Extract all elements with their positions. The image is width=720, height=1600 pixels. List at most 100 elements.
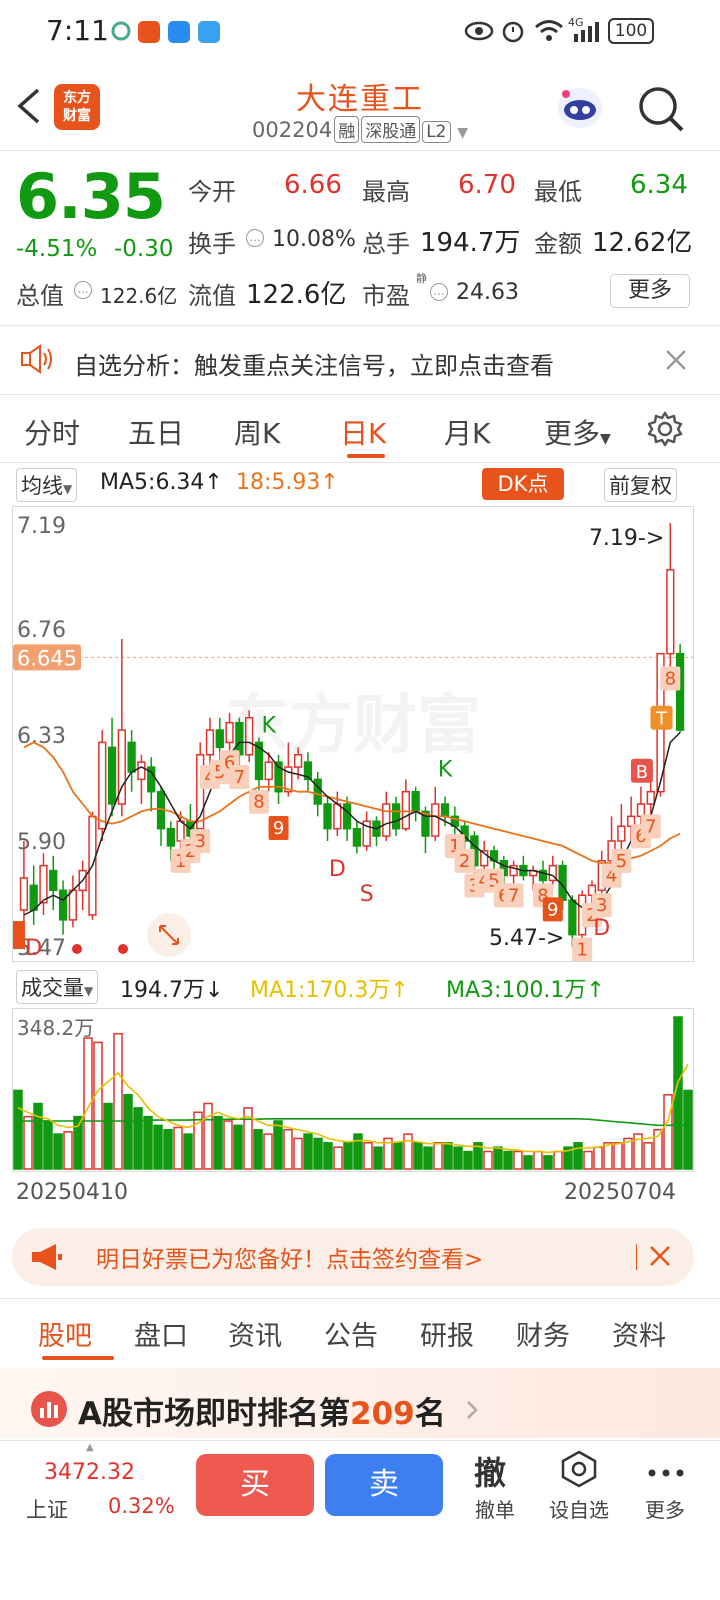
trade-signal-letter: K bbox=[438, 758, 453, 783]
sell-button[interactable]: 卖 bbox=[325, 1454, 443, 1516]
candle-body bbox=[401, 790, 411, 830]
volume-bar bbox=[133, 1107, 143, 1170]
candle-body bbox=[107, 746, 117, 805]
volume-indicator-label: 成交量 bbox=[21, 976, 84, 1000]
turnover-info-icon[interactable]: … bbox=[246, 229, 264, 247]
add-watchlist-label[interactable]: 设自选 bbox=[534, 1494, 624, 1523]
tab-monthly-k[interactable]: 月K bbox=[444, 412, 490, 452]
volume-bar bbox=[173, 1126, 183, 1170]
tab-financials[interactable]: 财务 bbox=[516, 1314, 570, 1353]
volume-bar bbox=[163, 1128, 173, 1170]
open-value: 6.66 bbox=[284, 170, 342, 200]
tab-research[interactable]: 研报 bbox=[420, 1314, 474, 1353]
tab-news[interactable]: 资讯 bbox=[228, 1314, 282, 1353]
add-watchlist-icon[interactable] bbox=[560, 1450, 598, 1492]
tag-level2: L2 bbox=[422, 121, 451, 143]
tab-more[interactable]: 更多▼ bbox=[544, 412, 611, 452]
dropdown-icon[interactable]: ▼ bbox=[457, 125, 468, 141]
close-promo-icon[interactable] bbox=[648, 1244, 672, 1272]
volume-max-label: 348.2万 bbox=[17, 1016, 94, 1040]
volume-chart[interactable]: 348.2万 bbox=[12, 1008, 694, 1172]
float-value: 122.6亿 bbox=[246, 280, 347, 310]
expand-caret-icon[interactable]: ▲ bbox=[86, 1442, 94, 1453]
index-name: 上证 bbox=[26, 1498, 68, 1522]
volume-bar bbox=[93, 1041, 103, 1170]
max-price-label: 7.19-> bbox=[589, 526, 664, 551]
more-actions-label[interactable]: 更多 bbox=[620, 1494, 710, 1523]
signal-dot bbox=[72, 944, 82, 954]
volume-bar bbox=[333, 1146, 343, 1170]
candle-body bbox=[225, 721, 234, 744]
mktcap-info-icon[interactable]: … bbox=[74, 281, 92, 299]
signal-marker: 3 bbox=[194, 831, 205, 852]
promo-divider bbox=[636, 1244, 637, 1270]
volume-bar bbox=[483, 1150, 493, 1170]
volume-bar bbox=[73, 1115, 83, 1170]
cancel-order-icon[interactable]: 撤 bbox=[474, 1448, 506, 1494]
more-quote-button[interactable]: 更多 bbox=[610, 274, 690, 308]
adjust-mode-button[interactable]: 前复权 bbox=[604, 468, 677, 502]
volume-bar bbox=[123, 1094, 133, 1170]
tab-profile[interactable]: 资料 bbox=[612, 1314, 666, 1353]
tab-intraday[interactable]: 分时 bbox=[24, 412, 80, 452]
candle-body bbox=[342, 803, 352, 830]
indicator-select[interactable]: 均线▼ bbox=[16, 468, 78, 502]
low-value: 6.34 bbox=[630, 170, 688, 200]
pe-info-icon[interactable]: … bbox=[430, 283, 448, 301]
volume-bar bbox=[543, 1155, 553, 1170]
mktcap-label: 总值 bbox=[16, 282, 64, 310]
market-rank-text: A股市场即时排名第209名 bbox=[78, 1388, 446, 1433]
signal-marker: 3 bbox=[596, 895, 607, 916]
tab-orderbook[interactable]: 盘口 bbox=[134, 1314, 188, 1353]
trade-signal-letter: D bbox=[329, 857, 346, 882]
tab-forum[interactable]: 股吧 bbox=[38, 1314, 92, 1353]
current-price: 6.35 bbox=[16, 160, 166, 233]
notice-divider bbox=[0, 394, 720, 395]
volume-indicator-select[interactable]: 成交量▼ bbox=[16, 970, 99, 1004]
change-percent: -4.51% bbox=[16, 236, 98, 262]
tab-daily-k[interactable]: 日K bbox=[340, 412, 386, 452]
tab-weekly-k[interactable]: 周K bbox=[234, 412, 280, 452]
volume-bar bbox=[213, 1115, 223, 1170]
promo-text[interactable]: 明日好票已为您备好！点击签约查看> bbox=[96, 1240, 483, 1274]
volume-bar bbox=[503, 1150, 513, 1170]
rank-chart-icon bbox=[30, 1390, 68, 1432]
speaker-icon bbox=[20, 344, 54, 378]
open-label: 今开 bbox=[188, 178, 236, 206]
kline-chart[interactable]: 东方财富 7.19 6.76 6.33 5.90 5.47 6.645 7.19-> 5.47-… bbox=[12, 506, 694, 962]
search-icon[interactable] bbox=[636, 84, 686, 138]
signal-marker: 7 bbox=[234, 767, 245, 788]
turnover-label: 换手 bbox=[188, 230, 236, 258]
tab-five-day[interactable]: 五日 bbox=[128, 412, 184, 452]
y-tick-label: 6.76 bbox=[17, 618, 66, 643]
volume-bar bbox=[453, 1146, 463, 1170]
eye-icon bbox=[464, 20, 494, 46]
close-notice-icon[interactable] bbox=[664, 348, 688, 376]
candle-body bbox=[646, 790, 655, 805]
candle-body bbox=[391, 803, 401, 830]
buy-button[interactable]: 买 bbox=[196, 1454, 314, 1516]
signal-marker: 5 bbox=[616, 851, 627, 872]
watchlist-notice[interactable]: 自选分析：触发重点关注信号，立即点击查看 bbox=[74, 346, 554, 381]
more-dots-icon[interactable] bbox=[646, 1464, 686, 1483]
dk-point-button[interactable]: DK点 bbox=[482, 468, 564, 500]
cancel-order-label[interactable]: 撤单 bbox=[450, 1494, 540, 1523]
header-divider bbox=[0, 150, 720, 151]
kline-svg: 东方财富7.196.766.335.905.476.6457.19->5.47-… bbox=[13, 514, 693, 962]
index-value[interactable]: 3472.32 bbox=[44, 1460, 135, 1485]
banner-divider bbox=[0, 1298, 720, 1299]
tab-announcements[interactable]: 公告 bbox=[324, 1314, 378, 1353]
buy-signal-letter: B bbox=[636, 762, 648, 783]
battery-icon: 100 bbox=[608, 18, 654, 44]
volume-bar bbox=[523, 1155, 533, 1170]
candle-body bbox=[137, 761, 146, 781]
tag-margin: 融 bbox=[334, 116, 360, 143]
ref-price-tag: 6.645 bbox=[17, 646, 77, 670]
volume-bar bbox=[63, 1131, 73, 1170]
chart-settings-gear-icon[interactable] bbox=[646, 410, 684, 452]
tag-connect: 深股通 bbox=[361, 116, 421, 143]
app-notification-icon bbox=[138, 21, 160, 43]
assistant-avatar[interactable] bbox=[552, 80, 608, 132]
mktcap-value: 122.6亿 bbox=[100, 284, 178, 308]
volume-bar bbox=[593, 1146, 603, 1170]
